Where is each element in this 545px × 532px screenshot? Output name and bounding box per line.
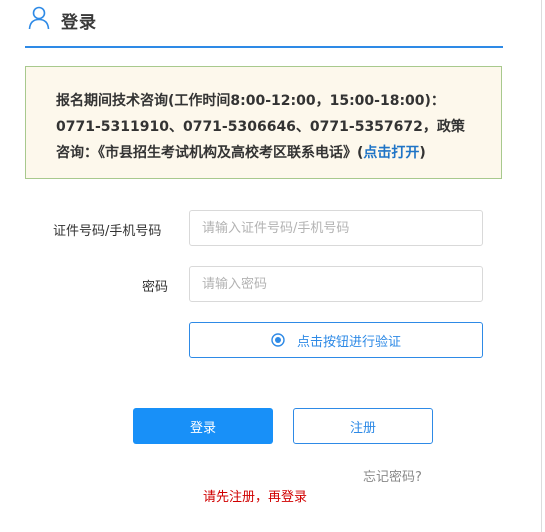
login-header: 登录	[25, 0, 503, 48]
user-icon	[28, 6, 50, 30]
login-button[interactable]: 登录	[133, 408, 273, 444]
consult-notice: 报名期间技术咨询(工作时间8:00-12:00，15:00-18:00)：077…	[25, 66, 502, 179]
forgot-password-link[interactable]: 忘记密码?	[363, 466, 422, 485]
page-right-divider	[541, 0, 542, 532]
password-input[interactable]	[189, 266, 483, 302]
radio-target-icon	[271, 333, 285, 347]
register-button[interactable]: 注册	[293, 408, 433, 444]
register-first-warning: 请先注册，再登录	[203, 490, 308, 505]
id-number-input[interactable]	[189, 210, 483, 246]
id-number-label: 证件号码/手机号码	[53, 224, 162, 239]
verify-button-label: 点击按钮进行验证	[296, 334, 401, 350]
open-contacts-link[interactable]: 点击打开	[363, 145, 419, 161]
notice-close-paren: )	[419, 145, 426, 161]
password-label: 密码	[142, 280, 169, 295]
verify-button[interactable]: 点击按钮进行验证	[189, 322, 483, 358]
page-title: 登录	[61, 13, 97, 33]
